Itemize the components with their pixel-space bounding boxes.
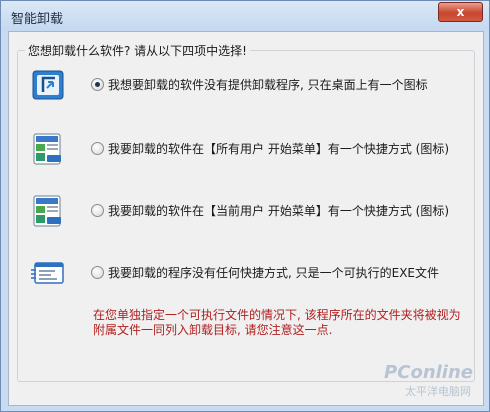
option-current-user-start-menu[interactable]: 我要卸载的软件在【当前用户 开始菜单】有一个快捷方式 (图标) [31,194,461,228]
dialog-body: 您想卸载什么软件? 请从以下四项中选择! 我想要卸载的软件没有提供卸载程序, 只… [8,31,484,406]
watermark-subtitle: 太平洋电脑网 [405,385,471,398]
close-button[interactable]: x [438,2,483,22]
option-label: 我要卸载的软件在【当前用户 开始菜单】有一个快捷方式 (图标) [108,204,449,218]
radio-option-2[interactable] [91,142,104,155]
option-exe-file[interactable]: 我要卸载的程序没有任何快捷方式, 只是一个可执行的EXE文件 [31,256,461,290]
radio-option-4[interactable] [91,266,104,279]
all-users-start-menu-icon [33,133,61,165]
option-all-users-start-menu[interactable]: 我要卸载的软件在【所有用户 开始菜单】有一个快捷方式 (图标) [31,132,461,166]
desktop-shortcut-icon [32,70,64,100]
option-label: 我要卸载的软件在【所有用户 开始菜单】有一个快捷方式 (图标) [108,142,449,156]
question-prompt: 您想卸载什么软件? 请从以下四项中选择! [25,42,250,59]
radio-option-1[interactable] [91,78,104,91]
radio-option-3[interactable] [91,204,104,217]
current-user-start-menu-icon [33,195,61,227]
option-label: 我要卸载的程序没有任何快捷方式, 只是一个可执行的EXE文件 [108,266,440,280]
watermark-logo: PConline [384,362,473,383]
option-label: 我想要卸载的软件没有提供卸载程序, 只在桌面上有一个图标 [108,78,428,92]
uninstall-dialog: 智能卸载 x 您想卸载什么软件? 请从以下四项中选择! 我想要卸载的软件没有提供… [0,0,490,412]
window-title: 智能卸载 [11,12,64,27]
exe-file-icon [31,262,64,284]
option-desktop-icon[interactable]: 我想要卸载的软件没有提供卸载程序, 只在桌面上有一个图标 [31,68,461,102]
exe-warning-note: 在您单独指定一个可执行文件的情况下, 该程序所在的文件夹将被视为附属文件一同列入… [93,308,461,337]
title-bar[interactable]: 智能卸载 x [1,1,489,31]
